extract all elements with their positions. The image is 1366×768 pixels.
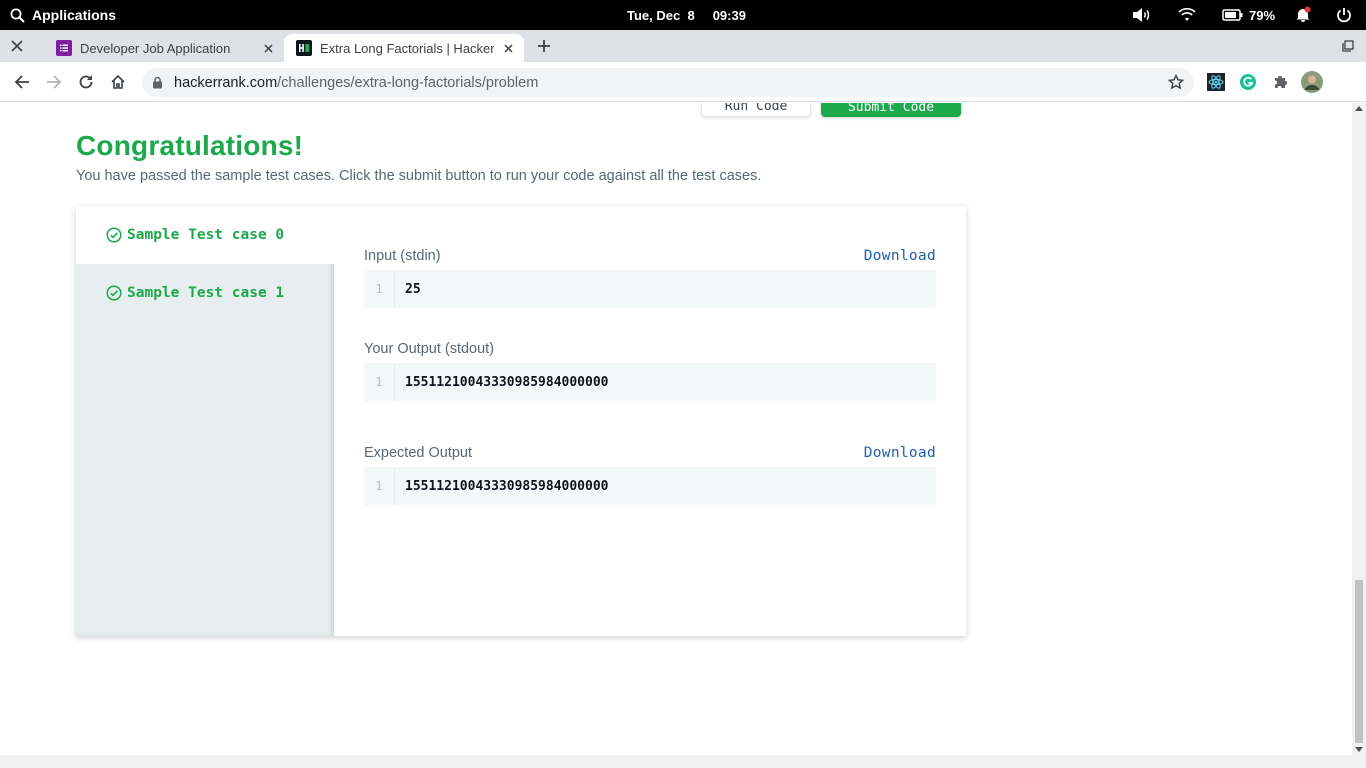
test-case-tab-1[interactable]: Sample Test case 1 xyxy=(76,264,334,322)
address-bar[interactable]: hackerrank.com /challenges/extra-long-fa… xyxy=(142,68,1194,97)
battery-percent: 79% xyxy=(1249,7,1276,23)
expected-output-box: 1 15511210043330985984000000 xyxy=(364,467,936,505)
expected-download-link[interactable]: Download xyxy=(864,445,936,461)
home-icon[interactable] xyxy=(106,70,130,94)
line-number: 1 xyxy=(364,270,395,308)
tab-developer-job-application[interactable]: Developer Job Application xyxy=(44,34,284,62)
scroll-up-arrow-icon[interactable] xyxy=(1355,106,1363,111)
page-content: Run Code Submit Code Congratulations! Yo… xyxy=(0,103,1352,755)
lock-icon[interactable] xyxy=(152,76,163,94)
url-path: /challenges/extra-long-factorials/proble… xyxy=(277,74,539,91)
close-window-icon[interactable] xyxy=(5,34,29,58)
wifi-icon[interactable] xyxy=(1178,0,1196,30)
congratulations-title: Congratulations! xyxy=(76,130,304,161)
extensions-puzzle-icon[interactable] xyxy=(1270,72,1290,92)
tab-title: Developer Job Application xyxy=(80,40,231,56)
test-case-label: Sample Test case 1 xyxy=(127,285,285,301)
line-number: 1 xyxy=(364,363,395,401)
forward-icon[interactable] xyxy=(42,70,66,94)
expected-output-label: Expected Output xyxy=(364,445,473,461)
tab-close-icon[interactable] xyxy=(260,40,276,56)
applications-label: Applications xyxy=(32,7,117,23)
clock-date: Tue, Dec 8 xyxy=(627,7,695,23)
input-download-link[interactable]: Download xyxy=(864,248,936,264)
react-devtools-icon[interactable] xyxy=(1206,72,1226,92)
os-top-bar: Applications Tue, Dec 8 09:39 79% xyxy=(0,0,1366,30)
expected-output-value: 15511210043330985984000000 xyxy=(405,478,609,494)
grammarly-icon[interactable] xyxy=(1238,72,1258,92)
output-box: 1 15511210043330985984000000 xyxy=(364,363,936,401)
volume-icon[interactable] xyxy=(1132,0,1152,30)
new-tab-icon[interactable] xyxy=(532,34,556,58)
line-number: 1 xyxy=(364,467,395,505)
congratulations-subtitle: You have passed the sample test cases. C… xyxy=(76,168,762,184)
submit-code-button[interactable]: Submit Code xyxy=(821,103,961,117)
run-code-button[interactable]: Run Code xyxy=(701,103,811,117)
bookmark-star-icon[interactable] xyxy=(1167,73,1185,95)
google-forms-icon xyxy=(56,40,72,56)
applications-menu[interactable]: Applications xyxy=(10,0,116,30)
profile-avatar[interactable] xyxy=(1301,71,1323,93)
hackerrank-icon xyxy=(296,40,312,56)
tab-extra-long-factorials[interactable]: Extra Long Factorials | HackerR xyxy=(284,34,524,62)
test-results-panel: Sample Test case 0 Sample Test case 1 In… xyxy=(76,206,966,636)
url-host: hackerrank.com xyxy=(174,74,278,91)
tab-strip: Developer Job Application Extra Long Fac… xyxy=(0,30,1366,62)
page-scrollbar[interactable] xyxy=(1352,103,1366,755)
output-label: Your Output (stdout) xyxy=(364,341,495,357)
browser-toolbar: hackerrank.com /challenges/extra-long-fa… xyxy=(0,62,1366,102)
reload-icon[interactable] xyxy=(74,70,98,94)
back-icon[interactable] xyxy=(10,70,34,94)
scrollbar-thumb[interactable] xyxy=(1355,580,1363,743)
search-icon xyxy=(10,8,25,23)
input-box: 1 25 xyxy=(364,270,936,308)
url-text[interactable]: hackerrank.com /challenges/extra-long-fa… xyxy=(174,68,538,97)
power-icon[interactable] xyxy=(1336,0,1352,30)
input-value: 25 xyxy=(405,281,421,297)
tab-title: Extra Long Factorials | HackerR xyxy=(320,40,494,56)
notification-bell-icon[interactable] xyxy=(1294,0,1312,30)
clock[interactable]: Tue, Dec 8 09:39 xyxy=(627,0,746,30)
test-case-label: Sample Test case 0 xyxy=(127,227,285,243)
scroll-down-arrow-icon[interactable] xyxy=(1355,747,1363,752)
horizontal-scrollbar[interactable] xyxy=(0,755,1366,768)
input-label: Input (stdin) xyxy=(364,248,441,264)
check-circle-icon xyxy=(106,285,122,301)
clock-time: 09:39 xyxy=(712,7,746,23)
battery-icon[interactable] xyxy=(1222,0,1244,30)
test-case-list: Sample Test case 0 Sample Test case 1 xyxy=(76,206,334,636)
test-case-tab-0[interactable]: Sample Test case 0 xyxy=(76,206,334,264)
output-value: 15511210043330985984000000 xyxy=(405,374,609,390)
tab-close-icon[interactable] xyxy=(500,40,516,56)
tab-search-icon[interactable] xyxy=(1336,34,1360,58)
check-circle-icon xyxy=(106,227,122,243)
